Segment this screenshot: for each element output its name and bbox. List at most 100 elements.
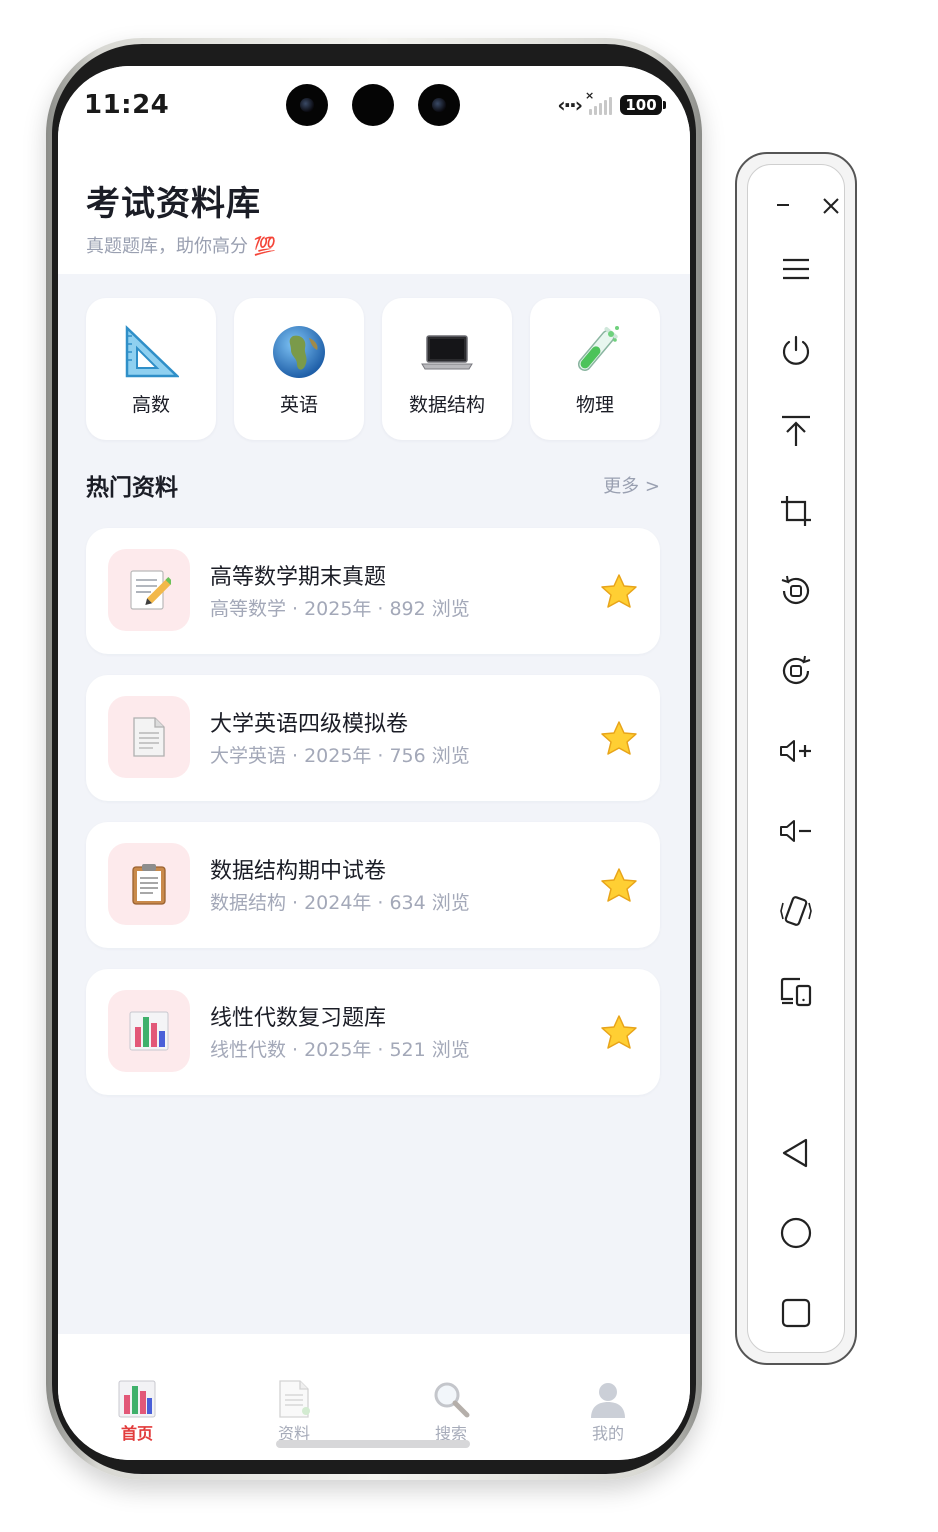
rotate-left-button[interactable] xyxy=(776,571,816,611)
menu-icon xyxy=(783,258,809,280)
item-title: 高等数学期末真题 xyxy=(210,565,387,590)
materials-list: 高等数学期末真题 高等数学 · 2025年 · 892 浏览 大学英语四级模拟卷… xyxy=(86,528,660,1116)
status-time: 11:24 xyxy=(84,90,170,120)
shake-button[interactable] xyxy=(776,891,816,931)
page-header: 考试资料库 真题题库，助你高分 💯 xyxy=(58,146,690,274)
recents-square-icon xyxy=(781,1298,811,1328)
multi-device-button[interactable] xyxy=(776,971,816,1011)
screenshot-crop-button[interactable] xyxy=(776,491,816,531)
document-icon xyxy=(133,717,165,757)
list-item[interactable]: 高等数学期末真题 高等数学 · 2025年 · 892 浏览 xyxy=(86,528,660,654)
phone-frame: 11:24 ‹··› × 100 考试资料库 真题题库，助你高分 💯 高数 英语… xyxy=(46,38,702,1480)
list-item[interactable]: 线性代数复习题库 线性代数 · 2025年 · 521 浏览 xyxy=(86,969,660,1095)
page-title: 考试资料库 xyxy=(86,184,261,224)
data-sync-icon: ‹··› xyxy=(557,93,583,117)
item-subject: 大学英语 xyxy=(210,745,287,767)
home-circle-icon xyxy=(780,1217,812,1249)
item-thumbnail xyxy=(108,990,190,1072)
magnifier-icon xyxy=(434,1382,470,1418)
rotate-right-button[interactable] xyxy=(776,651,816,691)
tab-home[interactable]: 首页 xyxy=(87,1378,187,1444)
star-icon[interactable] xyxy=(600,1014,638,1052)
category-label: 高数 xyxy=(131,394,170,416)
item-subject: 高等数学 xyxy=(210,598,287,620)
meta-separator: · xyxy=(377,892,384,914)
tab-materials[interactable]: 资料 xyxy=(244,1378,344,1444)
memo-icon xyxy=(130,570,171,610)
scroll-top-button[interactable] xyxy=(776,411,816,451)
item-meta: 大学英语 · 2025年 · 756 浏览 xyxy=(210,741,470,768)
tab-label: 首页 xyxy=(120,1424,153,1443)
meta-separator: · xyxy=(292,745,299,767)
category-card-math[interactable]: 高数 xyxy=(86,298,216,440)
power-icon xyxy=(782,335,810,365)
rotate-right-icon xyxy=(782,655,811,684)
meta-separator: · xyxy=(292,892,299,914)
more-link[interactable]: 更多 > xyxy=(603,472,660,498)
item-meta: 数据结构 · 2024年 · 634 浏览 xyxy=(210,888,470,915)
devices-icon xyxy=(780,977,812,1007)
meta-separator: · xyxy=(377,745,384,767)
signal-icon: × xyxy=(585,89,612,115)
shake-device-icon xyxy=(780,896,812,926)
star-icon[interactable] xyxy=(600,720,638,758)
bar-chart-icon xyxy=(129,1011,169,1051)
star-icon[interactable] xyxy=(600,867,638,905)
triangle-ruler-icon xyxy=(125,325,179,378)
item-title: 数据结构期中试卷 xyxy=(210,859,387,884)
item-thumbnail xyxy=(108,696,190,778)
section-title: 热门资料 xyxy=(86,475,178,501)
battery-icon: 100 xyxy=(620,95,666,115)
category-label: 数据结构 xyxy=(408,394,485,416)
meta-separator: · xyxy=(377,1039,384,1061)
clipboard-icon xyxy=(132,864,166,905)
volume-up-button[interactable] xyxy=(776,731,816,771)
page-subtitle: 真题题库，助你高分 💯 xyxy=(86,236,277,257)
category-card-data-structure[interactable]: 数据结构 xyxy=(382,298,512,440)
volume-down-button[interactable] xyxy=(776,811,816,851)
menu-button[interactable] xyxy=(776,249,816,289)
item-views: 634 浏览 xyxy=(389,892,470,914)
tab-profile[interactable]: 我的 xyxy=(558,1378,658,1444)
item-title: 大学英语四级模拟卷 xyxy=(210,712,409,737)
status-icons: ‹··› × 100 xyxy=(557,89,666,118)
test-tube-icon xyxy=(577,326,619,372)
list-item[interactable]: 数据结构期中试卷 数据结构 · 2024年 · 634 浏览 xyxy=(86,822,660,948)
item-subject: 线性代数 xyxy=(210,1039,287,1061)
back-button[interactable] xyxy=(776,1133,816,1173)
close-icon[interactable] xyxy=(820,195,842,217)
arrow-to-top-icon xyxy=(782,415,810,446)
item-thumbnail xyxy=(108,843,190,925)
recents-button[interactable] xyxy=(776,1293,816,1333)
tab-search[interactable]: 搜索 xyxy=(401,1378,501,1444)
crop-icon xyxy=(781,496,811,526)
item-subject: 数据结构 xyxy=(210,892,287,914)
category-label: 物理 xyxy=(575,394,614,416)
item-meta: 高等数学 · 2025年 · 892 浏览 xyxy=(210,594,470,621)
item-views: 521 浏览 xyxy=(389,1039,470,1061)
front-camera-icon xyxy=(418,84,460,126)
item-year: 2025年 xyxy=(304,598,372,620)
category-card-english[interactable]: 英语 xyxy=(234,298,364,440)
home-indicator[interactable] xyxy=(276,1440,470,1448)
power-button[interactable] xyxy=(776,331,816,371)
item-year: 2024年 xyxy=(304,892,372,914)
item-year: 2025年 xyxy=(304,745,372,767)
list-item[interactable]: 大学英语四级模拟卷 大学英语 · 2025年 · 756 浏览 xyxy=(86,675,660,801)
meta-separator: · xyxy=(377,598,384,620)
category-card-physics[interactable]: 物理 xyxy=(530,298,660,440)
item-title: 线性代数复习题库 xyxy=(210,1006,387,1031)
user-icon xyxy=(591,1383,625,1418)
item-views: 892 浏览 xyxy=(389,598,470,620)
status-bar: 11:24 ‹··› × 100 xyxy=(58,66,690,146)
minimize-icon[interactable] xyxy=(774,195,794,215)
home-button[interactable] xyxy=(776,1213,816,1253)
meta-separator: · xyxy=(292,1039,299,1061)
star-icon[interactable] xyxy=(600,573,638,611)
item-views: 756 浏览 xyxy=(389,745,470,767)
front-sensor-icon xyxy=(352,84,394,126)
globe-icon xyxy=(273,326,325,378)
tab-label: 我的 xyxy=(591,1424,624,1443)
category-row: 高数 英语 数据结构 物理 xyxy=(86,298,660,440)
document-icon xyxy=(279,1380,310,1418)
